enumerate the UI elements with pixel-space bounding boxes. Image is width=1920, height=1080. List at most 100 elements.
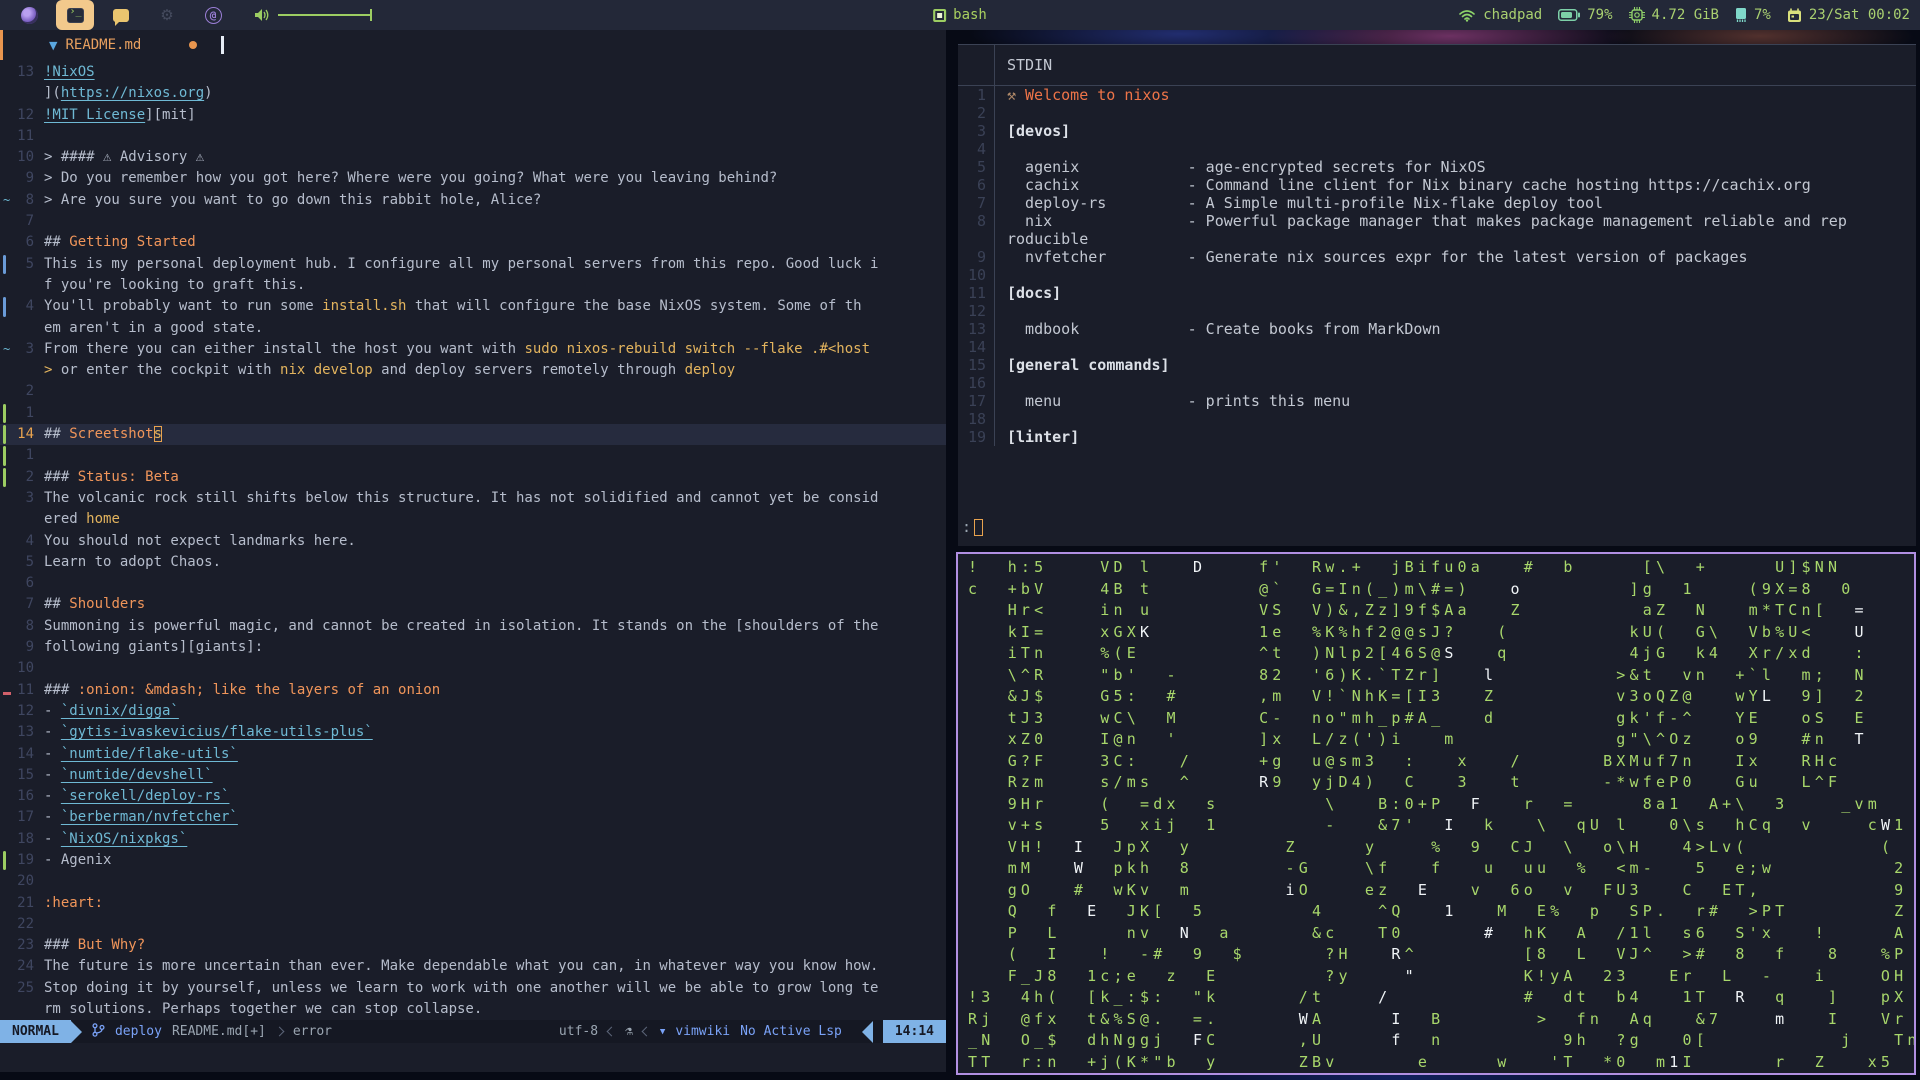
gutter	[0, 616, 8, 637]
gutter	[0, 829, 8, 850]
gutter-diff-indicator	[0, 190, 10, 212]
editor-line: 23 ### But Why?	[0, 935, 946, 956]
workspace-settings[interactable]: ⚙	[148, 0, 186, 30]
network-widget[interactable]: chadpad	[1458, 7, 1542, 23]
memory-widget[interactable]: 4.72 GiB	[1628, 7, 1719, 23]
editor-line: 14 ## Screetshots	[0, 424, 946, 446]
pager-line: 13 mdbook - Create books from MarkDown	[958, 320, 1916, 338]
editor-line: 6 ## Getting Started	[0, 232, 946, 253]
editor-line: 3From there you can either install the h…	[0, 339, 946, 361]
matrix-row: _N O_$ dhNggj FC ,U f n 9h ?g 0[ j Tn	[968, 1031, 1916, 1049]
line-number: 4	[25, 298, 34, 315]
line-number: 20	[17, 873, 34, 890]
pager-line: 12	[958, 302, 1916, 320]
pager-line-number	[958, 230, 994, 248]
line-number: 14	[17, 745, 34, 762]
volume-widget[interactable]	[254, 8, 372, 22]
editor-line: 21:heart:	[0, 893, 946, 914]
gutter-diff-indicator	[0, 680, 11, 701]
focused-window-title: bash	[933, 0, 987, 30]
line-number: 6	[25, 234, 34, 251]
matrix-row: iTn %(E ^t )Nlp2[46S@S q 4jG k4 Xr/xd :	[968, 644, 1868, 662]
line-number: 6	[25, 575, 34, 592]
editor-line: 1	[0, 445, 946, 466]
matrix-row: !3 4h( [k_:$: "k /t / # dt b4 1T R q ] p…	[968, 988, 1908, 1006]
matrix-row: c +bV 4B t @` G=In(_)m\#=) o ]g 1 (9X=8 …	[968, 579, 1855, 598]
pager-prompt-colon: :	[962, 518, 972, 536]
gutter-diff-indicator	[0, 254, 8, 275]
pager-line-number: 1	[976, 86, 986, 104]
editor-line: 16- `serokell/deploy-rs`	[0, 786, 946, 807]
speaker-icon	[255, 9, 269, 21]
matrix-row: xZ0 I@n ' ]x L/z(')i m g"\^Oz o9 #n T	[968, 730, 1868, 748]
matrix-terminal-window[interactable]: ! h:5 VD l D f' Rw.+ jBifu0a # b [\ + U]…	[956, 552, 1916, 1075]
workspace-browser[interactable]	[10, 0, 48, 30]
matrix-row: tJ3 wC\ M C- no"mh_p#A_ d gk'f-^ YE oS E	[968, 708, 1868, 727]
tab-readme[interactable]: ▼ README.md	[3, 37, 198, 53]
window-title-label: bash	[953, 7, 987, 23]
line-number: 3	[25, 340, 34, 357]
gutter	[0, 701, 8, 722]
volume-slider[interactable]	[278, 9, 372, 21]
clock-label: 23/Sat 00:02	[1808, 7, 1910, 23]
gutter	[0, 232, 8, 253]
workspace-switcher: ⚙ @	[10, 0, 372, 30]
line-number: 13	[17, 724, 34, 741]
lsp-status-label: No Active Lsp	[740, 1024, 842, 1040]
pager-line-number: 4	[976, 140, 986, 158]
pager-line-number: 10	[967, 266, 986, 284]
gutter	[0, 871, 8, 892]
pager-line: 14	[958, 338, 1916, 356]
battery-widget[interactable]: 79%	[1558, 7, 1613, 23]
chevron-left-icon	[606, 1026, 617, 1037]
editor-line: 20	[0, 871, 946, 892]
gutter-diff-indicator	[0, 445, 8, 466]
pager-prompt[interactable]: :	[962, 518, 984, 536]
matrix-row: &J$ G5: # ,m V!`NhK=[I3 Z v3oQZ@ wYL 9] …	[968, 687, 1868, 705]
line-number: 2	[25, 383, 34, 400]
workspace-chat[interactable]	[102, 0, 140, 30]
matrix-row: VH! I JpX y Z y % 9 CJ \ o\H 4>Lv( (	[968, 837, 1895, 856]
matrix-row: mM W pkh 8 -G \f f u uu % <m- 5 e;w 2	[968, 859, 1908, 877]
statusline-clock: 14:14	[882, 1020, 946, 1044]
line-number: 13	[17, 64, 34, 80]
line-number: 12	[17, 702, 34, 719]
line-number	[8, 83, 34, 104]
gutter	[0, 488, 8, 509]
gutter	[0, 126, 8, 147]
editor-line: 15- `numtide/devshell`	[0, 765, 946, 786]
gutter	[0, 978, 8, 999]
gutter	[0, 360, 8, 381]
gutter	[0, 956, 8, 977]
gutter	[0, 573, 8, 594]
editor-line: 24 The future is more uncertain than ever…	[0, 956, 946, 977]
pager-window[interactable]: STDIN 1 ⚒ Welcome to nixos 2 3 [devos] 4 5 agen…	[958, 44, 1916, 546]
editor-line: 22	[0, 914, 946, 935]
gutter-diff-indicator	[0, 424, 8, 445]
pager-line: 2	[958, 104, 1916, 122]
line-number	[8, 999, 34, 1020]
gutter	[0, 105, 8, 126]
gutter	[0, 147, 8, 168]
system-tray: chadpad 79% 4.72 GiB 7% 23/Sat 00:02	[1451, 7, 1910, 23]
git-branch-icon	[92, 1023, 105, 1041]
clock-widget[interactable]: 23/Sat 00:02	[1787, 7, 1910, 23]
workspace-social[interactable]: @	[194, 0, 232, 30]
modified-dot-indicator	[189, 41, 198, 49]
line-number: 11	[17, 127, 34, 144]
editor-line: 17- `berberman/nvfetcher`	[0, 807, 946, 828]
cpu-widget[interactable]: 7%	[1735, 7, 1771, 23]
gutter	[0, 381, 8, 402]
editor-line: 2 ### Status: Beta	[0, 467, 946, 488]
editor-text-area[interactable]: 13 !NixOS](https://nixos.org) 12 !MIT Licen…	[0, 60, 946, 1020]
markdown-file-icon: ▼	[49, 38, 58, 52]
pager-line-number: 18	[967, 410, 986, 428]
editor-line: 25 Stop doing it by yourself, unless we l…	[0, 978, 946, 999]
editor-line: 8 Summoning is powerful magic, and cannot…	[0, 616, 946, 637]
pager-line-number: 2	[976, 104, 986, 122]
line-number: 9	[25, 170, 34, 187]
pager-line: 17 menu - prints this menu	[958, 392, 1916, 410]
filetype-icon: ⚗	[625, 1024, 633, 1040]
line-number: 2	[25, 468, 34, 485]
workspace-terminal-active[interactable]	[56, 0, 94, 30]
